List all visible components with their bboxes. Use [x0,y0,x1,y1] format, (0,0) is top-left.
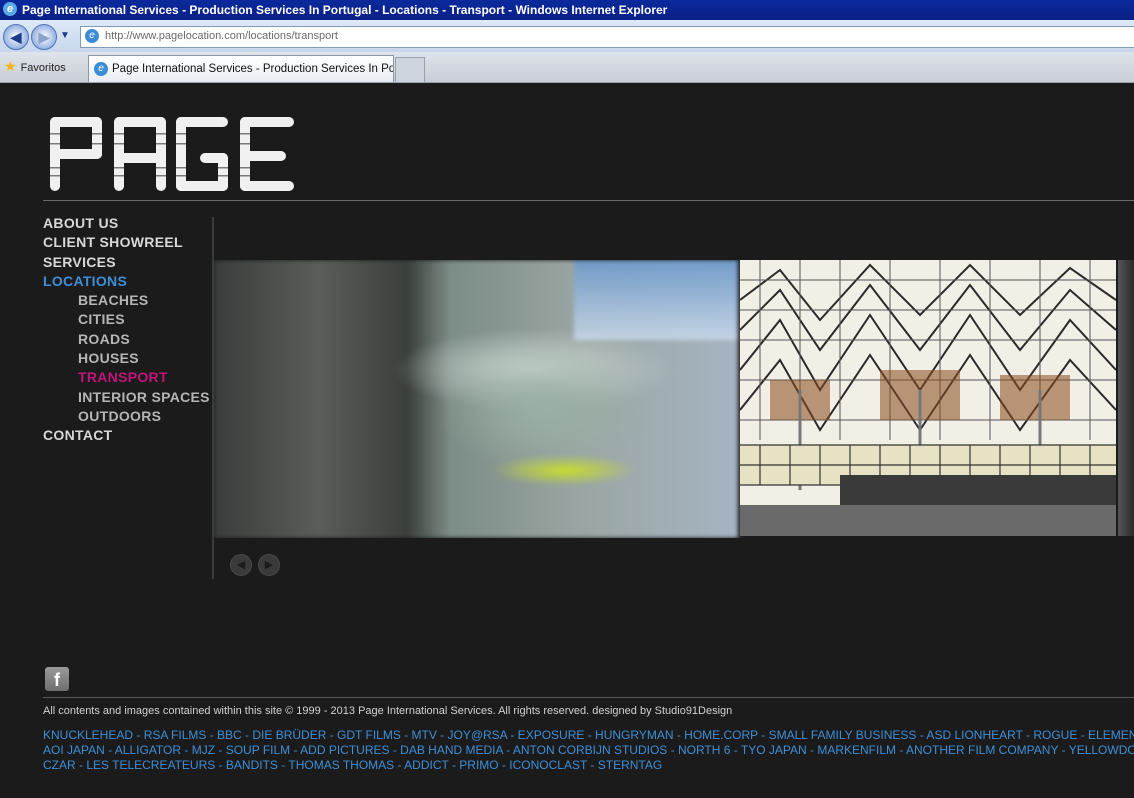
header-divider [43,200,1134,201]
nav-contact[interactable]: CONTACT [43,426,210,445]
tab-bar: ★ Favoritos e Page International Services … [0,52,1134,83]
arrow-left-icon: ◀ [236,559,246,571]
favorites-label: Favoritos [20,62,66,74]
client-line[interactable]: AOI JAPAN - ALLIGATOR - MJZ - SOUP FILM … [43,743,1134,758]
forward-button[interactable]: ▶ [31,24,57,50]
page-logo-graphic [48,117,296,191]
client-list: KNUCKLEHEAD - RSA FILMS - BBC - DIE BRÜD… [43,728,1134,774]
client-line[interactable]: CZAR - LES TELECREATEURS - BANDITS - THO… [43,758,1134,773]
nav-interior-spaces[interactable]: INTERIOR SPACES [43,388,210,407]
slide-train-photo[interactable] [214,260,738,538]
back-button[interactable]: ◀ [3,24,29,50]
address-url[interactable]: http://www.pagelocation.com/locations/tr… [105,30,338,42]
image-slider[interactable] [214,260,1134,538]
nav-outdoors[interactable]: OUTDOORS [43,407,210,426]
main-nav: ABOUT US CLIENT SHOWREEL SERVICES LOCATI… [43,214,210,446]
slide-sky [574,260,738,340]
facebook-icon[interactable]: f [45,667,69,691]
new-tab-button[interactable] [395,57,425,82]
slide-next-preview[interactable] [1118,260,1134,536]
browser-tab[interactable]: e Page International Services - Productio… [88,55,394,82]
ie-logo-icon: e [3,2,17,16]
nav-houses[interactable]: HOUSES [43,349,210,368]
client-line[interactable]: KNUCKLEHEAD - RSA FILMS - BBC - DIE BRÜD… [43,728,1134,743]
nav-cities[interactable]: CITIES [43,310,210,329]
page-favicon-icon: e [85,29,99,43]
address-toolbar: ◀ ▶ ▼ e http://www.pagelocation.com/loca… [0,20,1134,52]
slider-controls: ◀ ▶ [230,554,286,576]
nav-about-us[interactable]: ABOUT US [43,214,210,233]
nav-beaches[interactable]: BEACHES [43,291,210,310]
window-title: Page International Services - Production… [22,3,668,17]
nav-roads[interactable]: ROADS [43,330,210,349]
slider-next-button[interactable]: ▶ [258,554,280,576]
nav-locations[interactable]: LOCATIONS [43,272,210,291]
arrow-right-icon: ▶ [264,559,274,571]
tab-favicon-icon: e [94,61,108,76]
address-bar[interactable]: e http://www.pagelocation.com/locations/… [80,26,1134,48]
site-logo[interactable] [48,115,296,198]
nav-transport[interactable]: TRANSPORT [43,368,210,387]
arrow-left-icon: ◀ [10,29,22,45]
slider-prev-button[interactable]: ◀ [230,554,252,576]
window-title-bar: e Page International Services - Producti… [0,0,1134,20]
history-dropdown-icon[interactable]: ▼ [60,30,70,41]
footer-divider [43,697,1134,698]
station-roof-graphic [740,260,1116,536]
favorites-button[interactable]: ★ Favoritos [4,58,66,75]
slide-station-photo[interactable] [740,260,1116,536]
star-icon: ★ [4,58,17,74]
arrow-right-icon: ▶ [38,29,50,45]
nav-services[interactable]: SERVICES [43,253,210,272]
nav-client-showreel[interactable]: CLIENT SHOWREEL [43,233,210,252]
copyright-text: All contents and images contained within… [43,705,733,717]
tab-title: Page International Services - Production… [112,63,394,75]
